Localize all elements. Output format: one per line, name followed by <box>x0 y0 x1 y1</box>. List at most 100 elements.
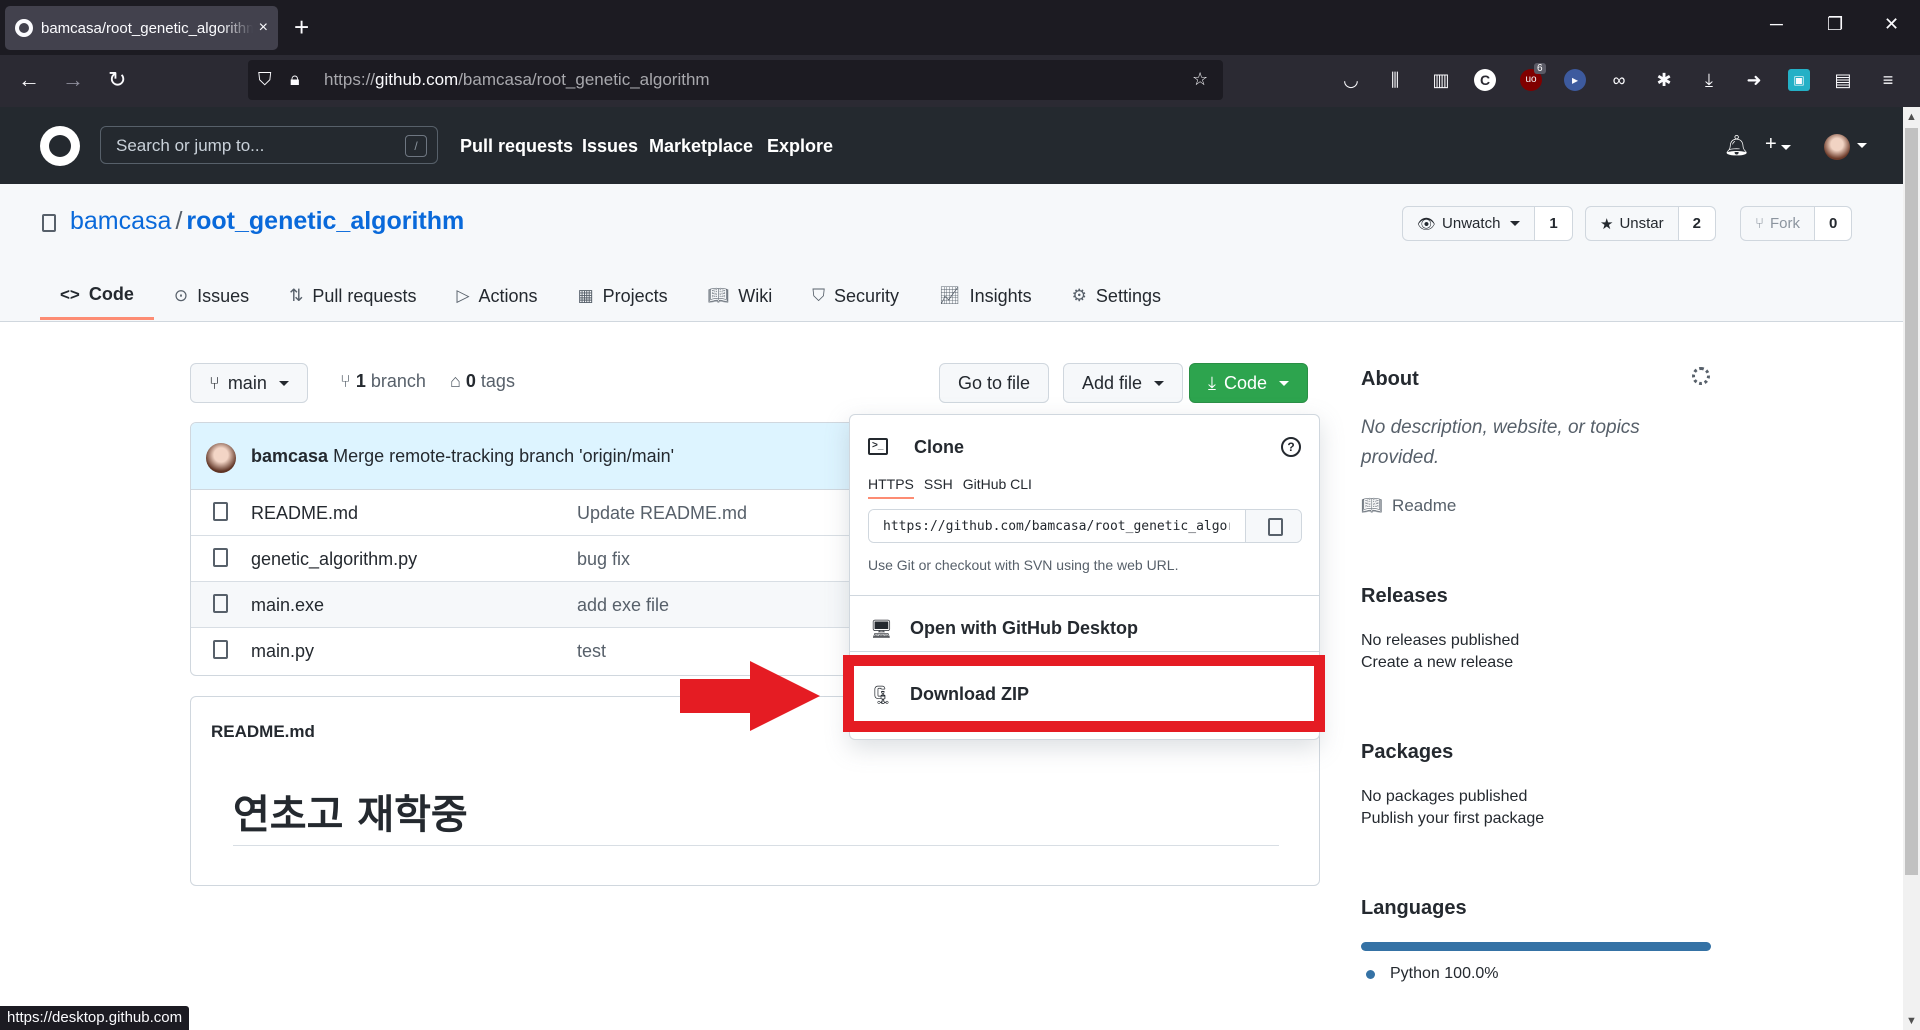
terminal-icon: >_ <box>868 438 888 455</box>
tab-actions[interactable]: ▷ Actions <box>436 272 557 320</box>
scroll-down-arrow-icon[interactable]: ▼ <box>1906 1015 1917 1027</box>
branch-icon: ⑂ <box>340 371 351 391</box>
download-icon: ⤓ <box>1208 372 1216 393</box>
browser-tab[interactable]: bamcasa/root_genetic_algorithm × <box>5 6 278 50</box>
fork-count[interactable]: 0 <box>1814 207 1852 240</box>
new-tab-button[interactable]: + <box>294 12 309 42</box>
file-name[interactable]: README.md <box>251 503 358 524</box>
nav-issues[interactable]: Issues <box>582 136 638 157</box>
clipboard-copy-icon[interactable] <box>1245 510 1301 542</box>
extension-arrow-icon[interactable]: ➜ <box>1743 69 1765 91</box>
avatar-chevron-down-icon[interactable] <box>1853 131 1867 154</box>
packages-section: Packages <box>1361 741 1711 764</box>
tab-wiki[interactable]: 📖︎ Wiki <box>688 272 793 320</box>
shield-icon[interactable]: ⛉ <box>258 69 272 90</box>
star-button[interactable]: ★ Unstar 2 <box>1585 206 1716 241</box>
extensions-puzzle-icon[interactable]: ✱ <box>1653 69 1675 91</box>
nav-pull-requests[interactable]: Pull requests <box>460 136 573 157</box>
publish-package-link[interactable]: Publish your first package <box>1361 810 1711 828</box>
file-icon <box>213 502 228 521</box>
file-name[interactable]: main.py <box>251 641 314 662</box>
reload-icon[interactable]: ↻ <box>108 67 126 93</box>
repo-name-link[interactable]: root_genetic_algorithm <box>186 207 464 235</box>
divider <box>850 595 1319 596</box>
scrollbar-thumb[interactable] <box>1905 128 1918 875</box>
tab-pull-requests[interactable]: ⇅ Pull requests <box>269 272 436 320</box>
commit-author[interactable]: bamcasa <box>251 446 328 466</box>
download-icon[interactable]: ⤓ <box>1698 69 1720 91</box>
fork-label: Fork <box>1770 215 1801 232</box>
extension-c-icon[interactable]: C <box>1474 69 1496 91</box>
repo-owner-link[interactable]: bamcasa <box>70 207 171 235</box>
browser-toolbar: ← → ↻ ⛉ 🔒︎ https://github.com/bamcasa/ro… <box>0 55 1920 107</box>
lock-icon[interactable]: 🔒︎ <box>290 69 300 90</box>
watch-count[interactable]: 1 <box>1534 207 1572 240</box>
tag-count-link[interactable]: ⌂ 0 tags <box>450 371 515 392</box>
annotation-arrow-icon <box>680 661 820 731</box>
menu-hamburger-icon[interactable]: ≡ <box>1877 69 1899 91</box>
tab-settings[interactable]: ⚙ Settings <box>1052 272 1181 320</box>
create-release-link[interactable]: Create a new release <box>1361 654 1711 672</box>
tab-code[interactable]: <> Code <box>40 272 154 320</box>
tab-issues[interactable]: ⊙ Issues <box>154 272 269 320</box>
file-name[interactable]: main.exe <box>251 595 324 616</box>
annotation-highlight-box <box>843 655 1325 732</box>
user-avatar[interactable] <box>1824 134 1850 160</box>
tab-close-icon[interactable]: × <box>259 19 268 37</box>
window-minimize-button[interactable]: ─ <box>1770 14 1783 35</box>
nav-marketplace[interactable]: Marketplace <box>649 136 753 157</box>
url-bar[interactable]: ⛉ 🔒︎ https://github.com/bamcasa/root_gen… <box>248 60 1223 100</box>
notifications-bell-icon[interactable]: 🔔︎ <box>1724 133 1749 158</box>
tab-insights[interactable]: 📈︎ Insights <box>919 272 1052 320</box>
open-with-github-desktop-button[interactable]: 🖥︎ Open with GitHub Desktop <box>850 601 1319 656</box>
branch-select-button[interactable]: ⑂ main <box>190 363 308 403</box>
extension-glasses-icon[interactable]: ∞ <box>1608 69 1630 91</box>
settings-gear-icon[interactable] <box>1692 367 1710 385</box>
packages-title[interactable]: Packages <box>1361 741 1711 764</box>
window-close-button[interactable]: ✕ <box>1884 14 1899 35</box>
file-commit-message[interactable]: bug fix <box>577 549 630 570</box>
extension-cursor-icon[interactable]: ▸ <box>1564 69 1586 91</box>
star-count[interactable]: 2 <box>1677 207 1715 240</box>
clone-url-input[interactable] <box>869 510 1244 542</box>
go-to-file-button[interactable]: Go to file <box>939 363 1050 403</box>
scroll-up-arrow-icon[interactable]: ▲ <box>1906 111 1917 123</box>
pull-request-icon: ⇅ <box>289 286 304 305</box>
file-name[interactable]: genetic_algorithm.py <box>251 549 417 570</box>
releases-title[interactable]: Releases <box>1361 585 1711 608</box>
library-icon[interactable]: ⫼ <box>1384 69 1406 91</box>
fork-button[interactable]: ⑂ Fork 0 <box>1740 206 1853 241</box>
extension-save-icon[interactable]: ▣ <box>1788 69 1810 91</box>
clone-tab-github-cli[interactable]: GitHub CLI <box>963 476 1032 499</box>
languages-title: Languages <box>1361 897 1467 919</box>
file-commit-message[interactable]: add exe file <box>577 595 669 616</box>
back-arrow-icon[interactable]: ← <box>18 67 40 93</box>
pocket-icon[interactable]: ◡ <box>1340 69 1362 91</box>
url-text[interactable]: https://github.com/bamcasa/root_genetic_… <box>324 70 710 90</box>
packages-text: No packages published <box>1361 788 1528 805</box>
github-logo-icon[interactable] <box>40 126 80 166</box>
nav-explore[interactable]: Explore <box>767 136 833 157</box>
readme-link[interactable]: 📖︎ Readme <box>1361 496 1711 516</box>
branch-count-link[interactable]: ⑂ 1 branch <box>340 371 426 392</box>
window-restore-button[interactable]: ❐ <box>1827 14 1843 35</box>
language-entry[interactable]: Python 100.0% <box>1390 965 1740 983</box>
search-input[interactable]: Search or jump to... / <box>100 126 438 164</box>
reader-view-icon[interactable]: ▥ <box>1430 69 1452 91</box>
tab-security[interactable]: ⛉ Security <box>792 272 919 320</box>
clone-tab-https[interactable]: HTTPS <box>868 476 914 499</box>
file-commit-message[interactable]: test <box>577 641 606 662</box>
watch-button[interactable]: 👁︎ Unwatch 1 <box>1402 206 1573 241</box>
code-button[interactable]: ⤓ Code <box>1189 363 1308 403</box>
forward-arrow-icon[interactable]: → <box>62 67 84 93</box>
create-new-plus-icon[interactable]: + <box>1765 133 1791 156</box>
commit-message[interactable]: Merge remote-tracking branch 'origin/mai… <box>333 446 674 466</box>
bookmark-star-icon[interactable]: ☆ <box>1192 69 1208 90</box>
tab-projects[interactable]: ▦ Projects <box>558 272 688 320</box>
add-file-button[interactable]: Add file <box>1063 363 1184 403</box>
file-commit-message[interactable]: Update README.md <box>577 503 747 524</box>
clone-tab-ssh[interactable]: SSH <box>924 476 953 499</box>
commit-author-avatar[interactable] <box>206 443 236 473</box>
sidebar-toggle-icon[interactable]: ▤ <box>1832 69 1854 91</box>
question-icon[interactable]: ? <box>1281 437 1301 457</box>
